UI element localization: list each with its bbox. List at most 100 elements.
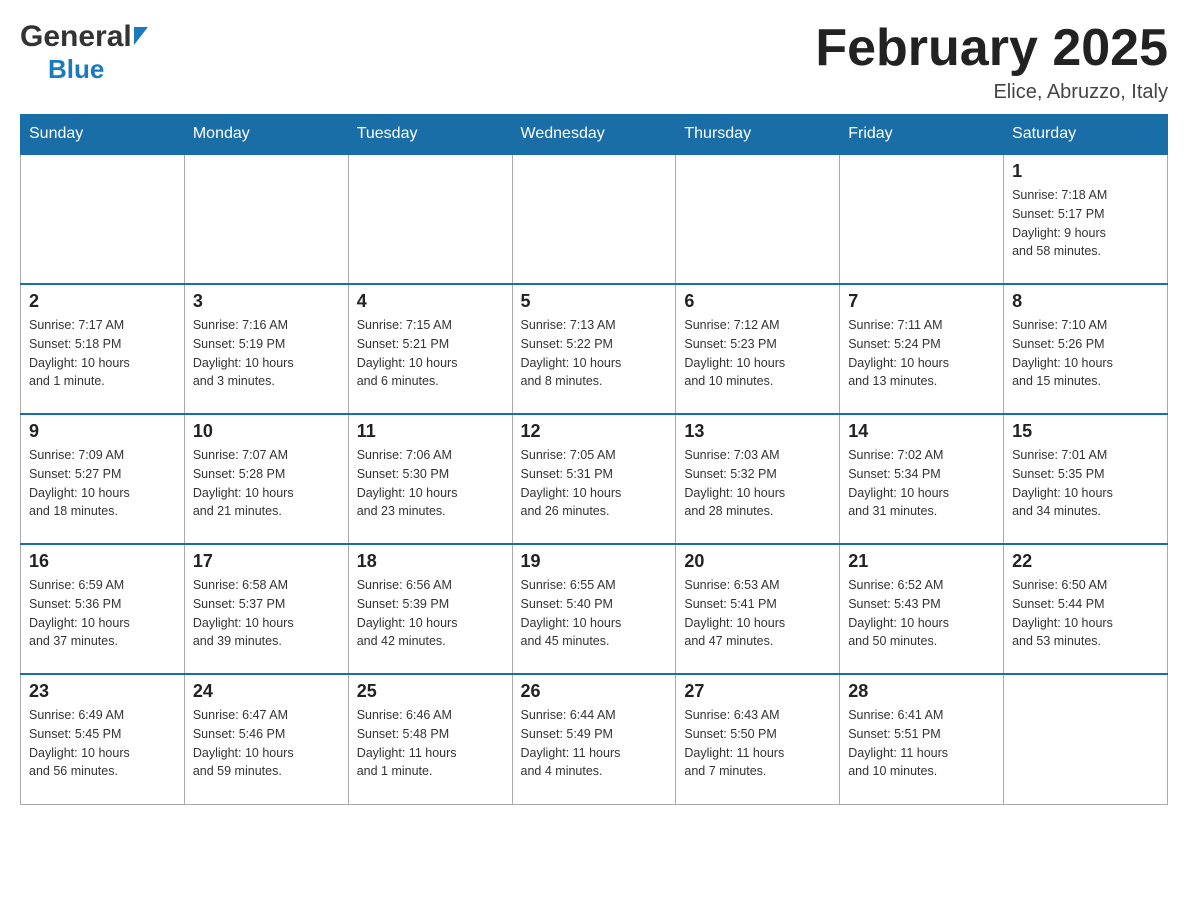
day-info: Sunrise: 7:02 AM Sunset: 5:34 PM Dayligh… xyxy=(848,446,995,521)
calendar-header-row: SundayMondayTuesdayWednesdayThursdayFrid… xyxy=(21,115,1168,155)
calendar-cell: 16 Sunrise: 6:59 AM Sunset: 5:36 PM Dayli… xyxy=(21,544,185,674)
calendar-cell: 9 Sunrise: 7:09 AM Sunset: 5:27 PM Daylig… xyxy=(21,414,185,544)
calendar-cell: 11 Sunrise: 7:06 AM Sunset: 5:30 PM Dayli… xyxy=(348,414,512,544)
day-info: Sunrise: 7:01 AM Sunset: 5:35 PM Dayligh… xyxy=(1012,446,1159,521)
day-info: Sunrise: 6:50 AM Sunset: 5:44 PM Dayligh… xyxy=(1012,576,1159,651)
day-number: 17 xyxy=(193,551,340,572)
day-number: 23 xyxy=(29,681,176,702)
day-info: Sunrise: 7:11 AM Sunset: 5:24 PM Dayligh… xyxy=(848,316,995,391)
calendar-cell xyxy=(348,154,512,284)
calendar-cell: 21 Sunrise: 6:52 AM Sunset: 5:43 PM Dayli… xyxy=(840,544,1004,674)
calendar-cell xyxy=(512,154,676,284)
calendar-cell: 26 Sunrise: 6:44 AM Sunset: 5:49 PM Dayli… xyxy=(512,674,676,804)
title-section: February 2025 Elice, Abruzzo, Italy xyxy=(815,20,1168,104)
day-number: 12 xyxy=(521,421,668,442)
calendar-cell: 7 Sunrise: 7:11 AM Sunset: 5:24 PM Daylig… xyxy=(840,284,1004,414)
day-info: Sunrise: 7:17 AM Sunset: 5:18 PM Dayligh… xyxy=(29,316,176,391)
day-number: 21 xyxy=(848,551,995,572)
day-number: 11 xyxy=(357,421,504,442)
day-info: Sunrise: 6:58 AM Sunset: 5:37 PM Dayligh… xyxy=(193,576,340,651)
calendar-cell: 12 Sunrise: 7:05 AM Sunset: 5:31 PM Dayli… xyxy=(512,414,676,544)
calendar-cell: 20 Sunrise: 6:53 AM Sunset: 5:41 PM Dayli… xyxy=(676,544,840,674)
day-info: Sunrise: 7:05 AM Sunset: 5:31 PM Dayligh… xyxy=(521,446,668,521)
calendar-cell: 4Sunrise: 7:15 AM Sunset: 5:21 PM Daylig… xyxy=(348,284,512,414)
day-header-thursday: Thursday xyxy=(676,115,840,155)
logo-general-text: General xyxy=(20,20,132,54)
day-number: 5 xyxy=(521,291,668,312)
day-number: 6 xyxy=(684,291,831,312)
calendar-cell xyxy=(184,154,348,284)
day-header-tuesday: Tuesday xyxy=(348,115,512,155)
calendar-cell: 22 Sunrise: 6:50 AM Sunset: 5:44 PM Dayli… xyxy=(1004,544,1168,674)
day-number: 3 xyxy=(193,291,340,312)
calendar-cell: 23 Sunrise: 6:49 AM Sunset: 5:45 PM Dayli… xyxy=(21,674,185,804)
day-number: 1 xyxy=(1012,161,1159,182)
logo-triangle-icon xyxy=(134,27,148,45)
calendar-cell xyxy=(840,154,1004,284)
day-info: Sunrise: 6:44 AM Sunset: 5:49 PM Dayligh… xyxy=(521,706,668,781)
calendar-cell xyxy=(21,154,185,284)
day-header-monday: Monday xyxy=(184,115,348,155)
calendar-cell: 15 Sunrise: 7:01 AM Sunset: 5:35 PM Dayli… xyxy=(1004,414,1168,544)
day-number: 19 xyxy=(521,551,668,572)
day-header-sunday: Sunday xyxy=(21,115,185,155)
calendar-cell: 2Sunrise: 7:17 AM Sunset: 5:18 PM Daylig… xyxy=(21,284,185,414)
day-header-friday: Friday xyxy=(840,115,1004,155)
calendar-week-row: 9 Sunrise: 7:09 AM Sunset: 5:27 PM Daylig… xyxy=(21,414,1168,544)
day-info: Sunrise: 7:16 AM Sunset: 5:19 PM Dayligh… xyxy=(193,316,340,391)
calendar-cell: 28 Sunrise: 6:41 AM Sunset: 5:51 PM Dayli… xyxy=(840,674,1004,804)
calendar-cell: 14 Sunrise: 7:02 AM Sunset: 5:34 PM Dayli… xyxy=(840,414,1004,544)
calendar-cell: 19Sunrise: 6:55 AM Sunset: 5:40 PM Dayli… xyxy=(512,544,676,674)
calendar-cell: 17 Sunrise: 6:58 AM Sunset: 5:37 PM Dayli… xyxy=(184,544,348,674)
day-info: Sunrise: 6:43 AM Sunset: 5:50 PM Dayligh… xyxy=(684,706,831,781)
day-info: Sunrise: 6:52 AM Sunset: 5:43 PM Dayligh… xyxy=(848,576,995,651)
day-info: Sunrise: 7:10 AM Sunset: 5:26 PM Dayligh… xyxy=(1012,316,1159,391)
day-info: Sunrise: 6:47 AM Sunset: 5:46 PM Dayligh… xyxy=(193,706,340,781)
day-info: Sunrise: 7:12 AM Sunset: 5:23 PM Dayligh… xyxy=(684,316,831,391)
day-number: 14 xyxy=(848,421,995,442)
calendar-week-row: 16 Sunrise: 6:59 AM Sunset: 5:36 PM Dayli… xyxy=(21,544,1168,674)
day-number: 25 xyxy=(357,681,504,702)
day-info: Sunrise: 6:49 AM Sunset: 5:45 PM Dayligh… xyxy=(29,706,176,781)
calendar-cell: 1Sunrise: 7:18 AM Sunset: 5:17 PM Daylig… xyxy=(1004,154,1168,284)
day-header-wednesday: Wednesday xyxy=(512,115,676,155)
day-header-saturday: Saturday xyxy=(1004,115,1168,155)
day-number: 4 xyxy=(357,291,504,312)
day-number: 7 xyxy=(848,291,995,312)
calendar-table: SundayMondayTuesdayWednesdayThursdayFrid… xyxy=(20,114,1168,805)
day-info: Sunrise: 6:46 AM Sunset: 5:48 PM Dayligh… xyxy=(357,706,504,781)
calendar-cell: 25 Sunrise: 6:46 AM Sunset: 5:48 PM Dayli… xyxy=(348,674,512,804)
calendar-cell: 27Sunrise: 6:43 AM Sunset: 5:50 PM Dayli… xyxy=(676,674,840,804)
day-info: Sunrise: 7:09 AM Sunset: 5:27 PM Dayligh… xyxy=(29,446,176,521)
day-number: 20 xyxy=(684,551,831,572)
day-number: 16 xyxy=(29,551,176,572)
calendar-cell xyxy=(676,154,840,284)
day-number: 9 xyxy=(29,421,176,442)
calendar-cell xyxy=(1004,674,1168,804)
calendar-cell: 24Sunrise: 6:47 AM Sunset: 5:46 PM Dayli… xyxy=(184,674,348,804)
day-info: Sunrise: 7:07 AM Sunset: 5:28 PM Dayligh… xyxy=(193,446,340,521)
page-header: General Blue February 2025 Elice, Abruzz… xyxy=(20,20,1168,104)
day-number: 28 xyxy=(848,681,995,702)
calendar-cell: 3 Sunrise: 7:16 AM Sunset: 5:19 PM Daylig… xyxy=(184,284,348,414)
day-number: 8 xyxy=(1012,291,1159,312)
day-info: Sunrise: 6:53 AM Sunset: 5:41 PM Dayligh… xyxy=(684,576,831,651)
logo: General Blue xyxy=(20,20,148,85)
calendar-week-row: 2Sunrise: 7:17 AM Sunset: 5:18 PM Daylig… xyxy=(21,284,1168,414)
month-title: February 2025 xyxy=(815,20,1168,77)
day-number: 13 xyxy=(684,421,831,442)
calendar-cell: 5 Sunrise: 7:13 AM Sunset: 5:22 PM Daylig… xyxy=(512,284,676,414)
day-number: 15 xyxy=(1012,421,1159,442)
day-info: Sunrise: 7:03 AM Sunset: 5:32 PM Dayligh… xyxy=(684,446,831,521)
calendar-cell: 18Sunrise: 6:56 AM Sunset: 5:39 PM Dayli… xyxy=(348,544,512,674)
calendar-week-row: 1Sunrise: 7:18 AM Sunset: 5:17 PM Daylig… xyxy=(21,154,1168,284)
day-info: Sunrise: 7:06 AM Sunset: 5:30 PM Dayligh… xyxy=(357,446,504,521)
day-info: Sunrise: 7:13 AM Sunset: 5:22 PM Dayligh… xyxy=(521,316,668,391)
day-info: Sunrise: 6:41 AM Sunset: 5:51 PM Dayligh… xyxy=(848,706,995,781)
day-number: 22 xyxy=(1012,551,1159,572)
day-info: Sunrise: 6:59 AM Sunset: 5:36 PM Dayligh… xyxy=(29,576,176,651)
logo-blue-text: Blue xyxy=(48,54,104,85)
calendar-cell: 8 Sunrise: 7:10 AM Sunset: 5:26 PM Daylig… xyxy=(1004,284,1168,414)
day-number: 26 xyxy=(521,681,668,702)
location: Elice, Abruzzo, Italy xyxy=(815,81,1168,104)
